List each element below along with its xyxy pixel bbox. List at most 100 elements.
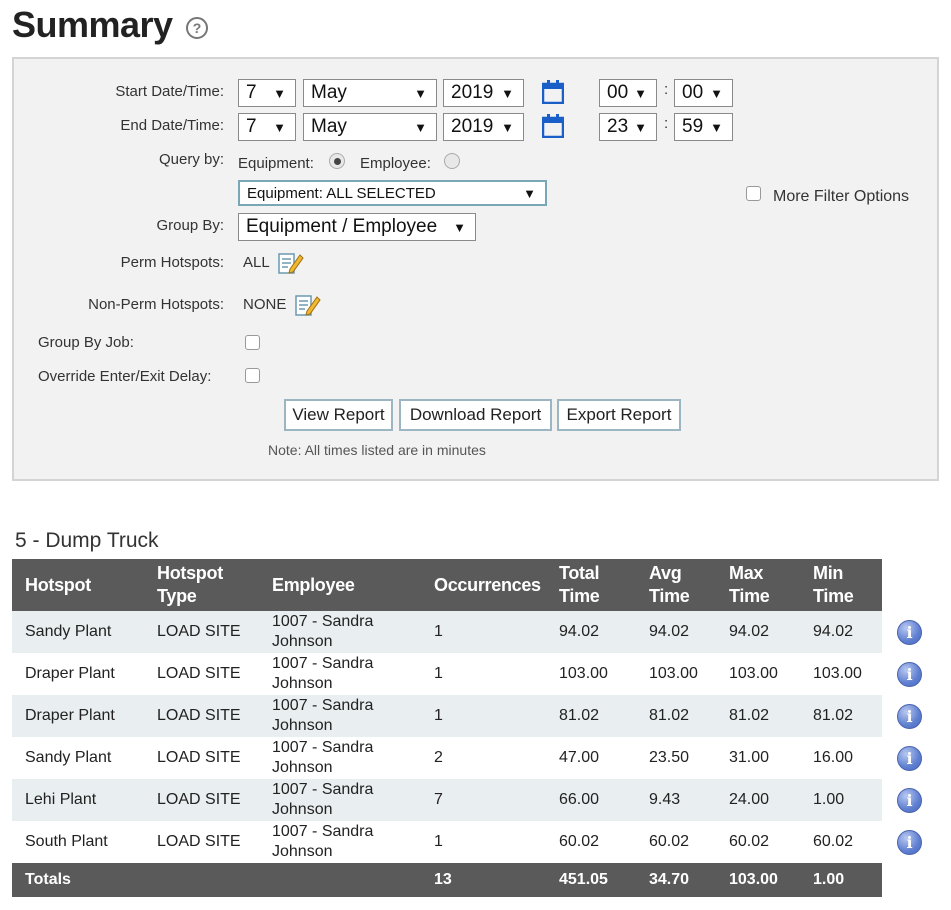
end-year-select[interactable]: 2019 ▼ [443, 113, 524, 141]
section-title: 5 - Dump Truck [15, 529, 159, 552]
table-cell: LOAD SITE [144, 779, 259, 821]
table-cell: 1 [421, 821, 546, 863]
table-cell: 94.02 [546, 611, 636, 653]
table-cell: 16.00 [800, 737, 882, 779]
chevron-down-icon: ▼ [710, 120, 723, 135]
group-by-job-label: Group By Job: [38, 334, 134, 351]
totals-cell: 34.70 [636, 863, 716, 897]
table-cell: 9.43 [636, 779, 716, 821]
query-by-label: Query by: [158, 151, 224, 168]
table-cell: 81.02 [636, 695, 716, 737]
export-report-button[interactable]: Export Report [557, 399, 681, 431]
column-header[interactable]: Total Time [546, 559, 636, 611]
table-cell: 1 [421, 611, 546, 653]
info-icon[interactable]: i [897, 746, 922, 771]
calendar-icon[interactable] [542, 80, 564, 104]
table-cell: Sandy Plant [12, 737, 144, 779]
table-cell: 23.50 [636, 737, 716, 779]
table-cell: 60.02 [636, 821, 716, 863]
chevron-down-icon: ▼ [501, 86, 514, 101]
table-row: Sandy Plant LOAD SITE 1007 - Sandra Johnso… [12, 737, 882, 779]
info-icon[interactable]: i [897, 788, 922, 813]
column-header[interactable]: Max Time [716, 559, 800, 611]
totals-cell: Totals [12, 863, 144, 897]
end-day-select[interactable]: 7 ▼ [238, 113, 296, 141]
time-separator: : [664, 115, 669, 132]
calendar-icon[interactable] [542, 114, 564, 138]
table-cell: 81.02 [546, 695, 636, 737]
query-equipment-radio[interactable] [329, 153, 345, 169]
table-row: Sandy Plant LOAD SITE 1007 - Sandra Johnso… [12, 611, 882, 653]
table-row: Draper Plant LOAD SITE 1007 - Sandra Johns… [12, 653, 882, 695]
group-by-select[interactable]: Equipment / Employee ▼ [238, 213, 476, 241]
times-note: Note: All times listed are in minutes [268, 442, 486, 458]
nonperm-hotspots-value: NONE [243, 296, 287, 313]
edit-icon[interactable] [278, 251, 304, 275]
table-cell: LOAD SITE [144, 611, 259, 653]
info-icon[interactable]: i [897, 704, 922, 729]
column-header[interactable]: Hotspot Type [144, 559, 259, 611]
table-cell: 103.00 [800, 653, 882, 695]
start-date-label: Start Date/Time: [115, 83, 224, 100]
table-cell: 7 [421, 779, 546, 821]
perm-hotspots-label: Perm Hotspots: [120, 254, 224, 271]
more-filter-options-label[interactable]: More Filter Options [773, 188, 909, 206]
more-filter-options-checkbox[interactable] [746, 186, 761, 201]
table-cell: Lehi Plant [12, 779, 144, 821]
column-header[interactable]: Occurrences [421, 559, 546, 611]
info-icon[interactable]: i [897, 662, 922, 687]
start-month-select[interactable]: May ▼ [303, 79, 437, 107]
start-year-select[interactable]: 2019 ▼ [443, 79, 524, 107]
table-row: South Plant LOAD SITE 1007 - Sandra Johnso… [12, 821, 882, 863]
chevron-down-icon: ▼ [501, 120, 514, 135]
table-cell: 1007 - Sandra Johnson [259, 695, 421, 737]
end-minute-select[interactable]: 59 ▼ [674, 113, 733, 141]
chevron-down-icon: ▼ [453, 220, 466, 235]
equipment-select[interactable]: Equipment: ALL SELECTED ▼ [238, 180, 547, 206]
chevron-down-icon: ▼ [523, 186, 536, 201]
table-cell: 1007 - Sandra Johnson [259, 611, 421, 653]
column-header[interactable]: Min Time [800, 559, 882, 611]
table-cell: Draper Plant [12, 695, 144, 737]
start-day-select[interactable]: 7 ▼ [238, 79, 296, 107]
table-cell: 60.02 [800, 821, 882, 863]
table-cell: 1007 - Sandra Johnson [259, 653, 421, 695]
group-by-job-checkbox[interactable] [245, 335, 260, 350]
end-hour-select[interactable]: 23 ▼ [599, 113, 657, 141]
table-cell: 47.00 [546, 737, 636, 779]
query-employee-radio[interactable] [444, 153, 460, 169]
table-row: Draper Plant LOAD SITE 1007 - Sandra Johns… [12, 695, 882, 737]
table-cell: LOAD SITE [144, 737, 259, 779]
override-delay-checkbox[interactable] [245, 368, 260, 383]
info-icon[interactable]: i [897, 830, 922, 855]
query-employee-label: Employee: [360, 155, 431, 172]
end-month-select[interactable]: May ▼ [303, 113, 437, 141]
table-cell: Sandy Plant [12, 611, 144, 653]
totals-cell: 13 [421, 863, 546, 897]
start-hour-select[interactable]: 00 ▼ [599, 79, 657, 107]
totals-row: Totals 13 451.05 34.70 103.00 1.00 [12, 863, 882, 897]
table-row: Lehi Plant LOAD SITE 1007 - Sandra Johnson… [12, 779, 882, 821]
download-report-button[interactable]: Download Report [399, 399, 552, 431]
table-cell: 1.00 [800, 779, 882, 821]
column-header[interactable]: Hotspot [12, 559, 144, 611]
table-cell: 103.00 [636, 653, 716, 695]
table-header-row: Hotspot Hotspot Type Employee Occurrences To… [12, 559, 882, 611]
table-cell: 81.02 [716, 695, 800, 737]
chevron-down-icon: ▼ [273, 120, 286, 135]
edit-icon[interactable] [295, 293, 321, 317]
start-minute-select[interactable]: 00 ▼ [674, 79, 733, 107]
table-cell: 24.00 [716, 779, 800, 821]
table-cell: 94.02 [716, 611, 800, 653]
table-cell: Draper Plant [12, 653, 144, 695]
chevron-down-icon: ▼ [414, 86, 427, 101]
help-icon[interactable]: ? [186, 17, 208, 39]
table-cell: 60.02 [546, 821, 636, 863]
info-icon[interactable]: i [897, 620, 922, 645]
totals-cell: 103.00 [716, 863, 800, 897]
column-header[interactable]: Employee [259, 559, 421, 611]
view-report-button[interactable]: View Report [284, 399, 393, 431]
table-cell: 103.00 [546, 653, 636, 695]
chevron-down-icon: ▼ [414, 120, 427, 135]
column-header[interactable]: Avg Time [636, 559, 716, 611]
